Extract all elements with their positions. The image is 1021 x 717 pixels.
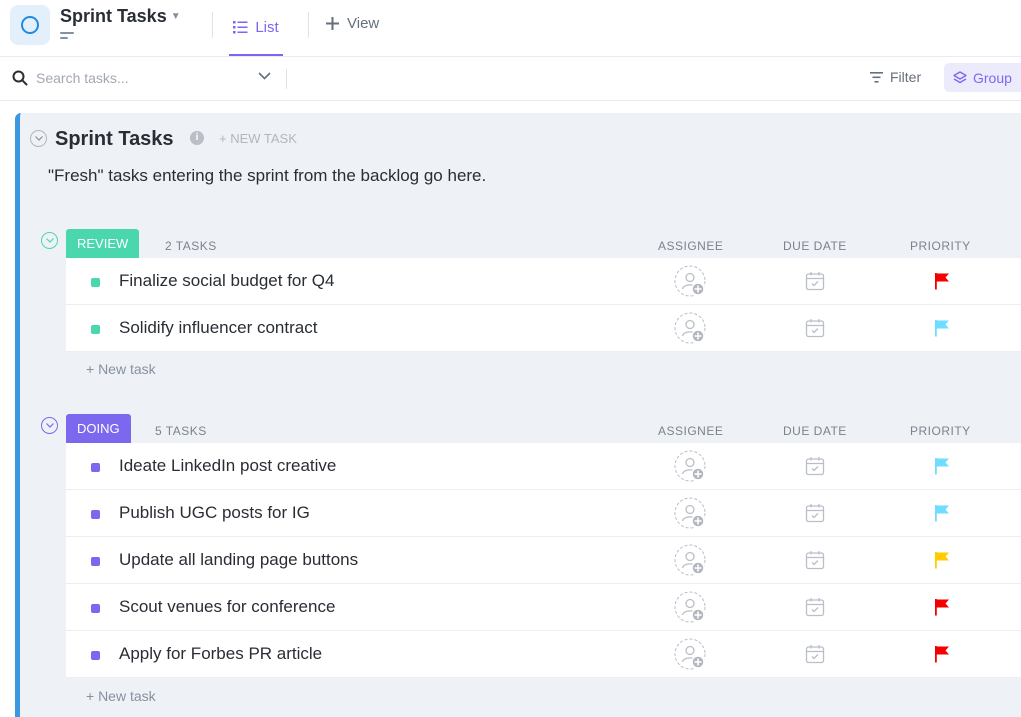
header: Sprint Tasks ▼ List View [0, 0, 1021, 57]
priority-flag-icon[interactable] [934, 319, 950, 342]
collapse-list-toggle[interactable] [30, 130, 47, 147]
list-title: Sprint Tasks [55, 128, 174, 150]
calendar-icon[interactable] [805, 644, 825, 669]
task-name[interactable]: Update all landing page buttons [119, 550, 358, 570]
priority-flag-icon[interactable] [934, 598, 950, 621]
task-name[interactable]: Solidify influencer contract [119, 318, 317, 338]
status-dot[interactable] [91, 557, 100, 566]
list-icon [233, 20, 248, 33]
chevron-down-icon [34, 136, 43, 141]
task-row[interactable]: Publish UGC posts for IG [66, 490, 1021, 537]
collapse-group-review[interactable] [41, 232, 58, 249]
status-pill-doing[interactable]: DOING [66, 414, 131, 443]
priority-flag-icon[interactable] [934, 457, 950, 480]
divider [212, 12, 213, 38]
list-container: Sprint Tasks i + NEW TASK "Fresh" tasks … [15, 113, 1021, 717]
new-task-button[interactable]: + New task [86, 688, 156, 704]
priority-flag-icon[interactable] [934, 551, 950, 574]
chevron-down-icon[interactable] [258, 72, 271, 80]
column-header-priority[interactable]: PRIORITY [910, 239, 971, 253]
task-list-doing: Ideate LinkedIn post creative Publish UG… [66, 443, 1021, 678]
chevron-down-icon [45, 423, 54, 428]
divider [286, 69, 287, 89]
status-dot[interactable] [91, 651, 100, 660]
filter-button[interactable]: Filter [870, 69, 921, 85]
calendar-icon[interactable] [805, 597, 825, 622]
task-name[interactable]: Apply for Forbes PR article [119, 644, 322, 664]
assignee-add-icon[interactable] [674, 450, 708, 489]
column-header-assignee[interactable]: ASSIGNEE [658, 424, 723, 438]
add-view-button[interactable]: View [326, 15, 379, 32]
task-row[interactable]: Ideate LinkedIn post creative [66, 443, 1021, 490]
column-header-assignee[interactable]: ASSIGNEE [658, 239, 723, 253]
plus-icon [326, 17, 339, 30]
status-pill-review[interactable]: REVIEW [66, 229, 140, 258]
filter-label: Filter [890, 69, 922, 85]
task-row[interactable]: Update all landing page buttons [66, 537, 1021, 584]
task-name[interactable]: Scout venues for conference [119, 597, 335, 617]
info-icon[interactable]: i [190, 131, 204, 145]
list-description: "Fresh" tasks entering the sprint from t… [48, 166, 487, 185]
task-row[interactable]: Finalize social budget for Q4 [66, 258, 1021, 305]
description-icon[interactable] [60, 32, 74, 42]
assignee-add-icon[interactable] [674, 265, 708, 304]
space-icon[interactable] [10, 5, 50, 45]
status-dot[interactable] [91, 510, 100, 519]
assignee-add-icon[interactable] [674, 638, 708, 677]
layers-icon [953, 70, 967, 83]
group-button[interactable]: Group [944, 63, 1021, 92]
priority-flag-icon[interactable] [934, 272, 950, 295]
status-dot[interactable] [91, 463, 100, 472]
search-input[interactable] [36, 68, 246, 88]
chevron-down-icon [45, 238, 54, 243]
task-row[interactable]: Scout venues for conference [66, 584, 1021, 631]
assignee-add-icon[interactable] [674, 544, 708, 583]
calendar-icon[interactable] [805, 271, 825, 296]
column-header-priority[interactable]: PRIORITY [910, 424, 971, 438]
calendar-icon[interactable] [805, 503, 825, 528]
collapse-group-doing[interactable] [41, 417, 58, 434]
add-view-label: View [347, 15, 380, 32]
group-label: Group [973, 69, 1012, 86]
search-icon [12, 70, 28, 86]
task-row[interactable]: Solidify influencer contract [66, 305, 1021, 352]
task-name[interactable]: Ideate LinkedIn post creative [119, 456, 336, 476]
calendar-icon[interactable] [805, 550, 825, 575]
page-title: Sprint Tasks [60, 6, 167, 26]
task-name[interactable]: Publish UGC posts for IG [119, 503, 310, 523]
new-task-button[interactable]: + New task [86, 361, 156, 377]
filter-icon [870, 71, 883, 83]
priority-flag-icon[interactable] [934, 504, 950, 527]
tab-list-label: List [255, 18, 279, 36]
tab-list[interactable]: List [229, 0, 283, 56]
task-count: 2 TASKS [165, 239, 217, 253]
column-header-due-date[interactable]: DUE DATE [783, 424, 847, 438]
title-wrap[interactable]: Sprint Tasks ▼ [60, 6, 181, 27]
toolbar: Filter Group [0, 57, 1021, 101]
task-row[interactable]: Apply for Forbes PR article [66, 631, 1021, 678]
task-list-review: Finalize social budget for Q4 Solidify i… [66, 258, 1021, 352]
assignee-add-icon[interactable] [674, 497, 708, 536]
assignee-add-icon[interactable] [674, 591, 708, 630]
priority-flag-icon[interactable] [934, 645, 950, 668]
status-dot[interactable] [91, 278, 100, 287]
column-header-due-date[interactable]: DUE DATE [783, 239, 847, 253]
divider [308, 12, 309, 38]
assignee-add-icon[interactable] [674, 312, 708, 351]
task-count: 5 TASKS [155, 424, 207, 438]
calendar-icon[interactable] [805, 318, 825, 343]
task-name[interactable]: Finalize social budget for Q4 [119, 271, 334, 291]
status-dot[interactable] [91, 604, 100, 613]
new-task-top-button[interactable]: + NEW TASK [219, 131, 297, 146]
calendar-icon[interactable] [805, 456, 825, 481]
caret-down-icon[interactable]: ▼ [171, 11, 181, 22]
status-dot[interactable] [91, 325, 100, 334]
